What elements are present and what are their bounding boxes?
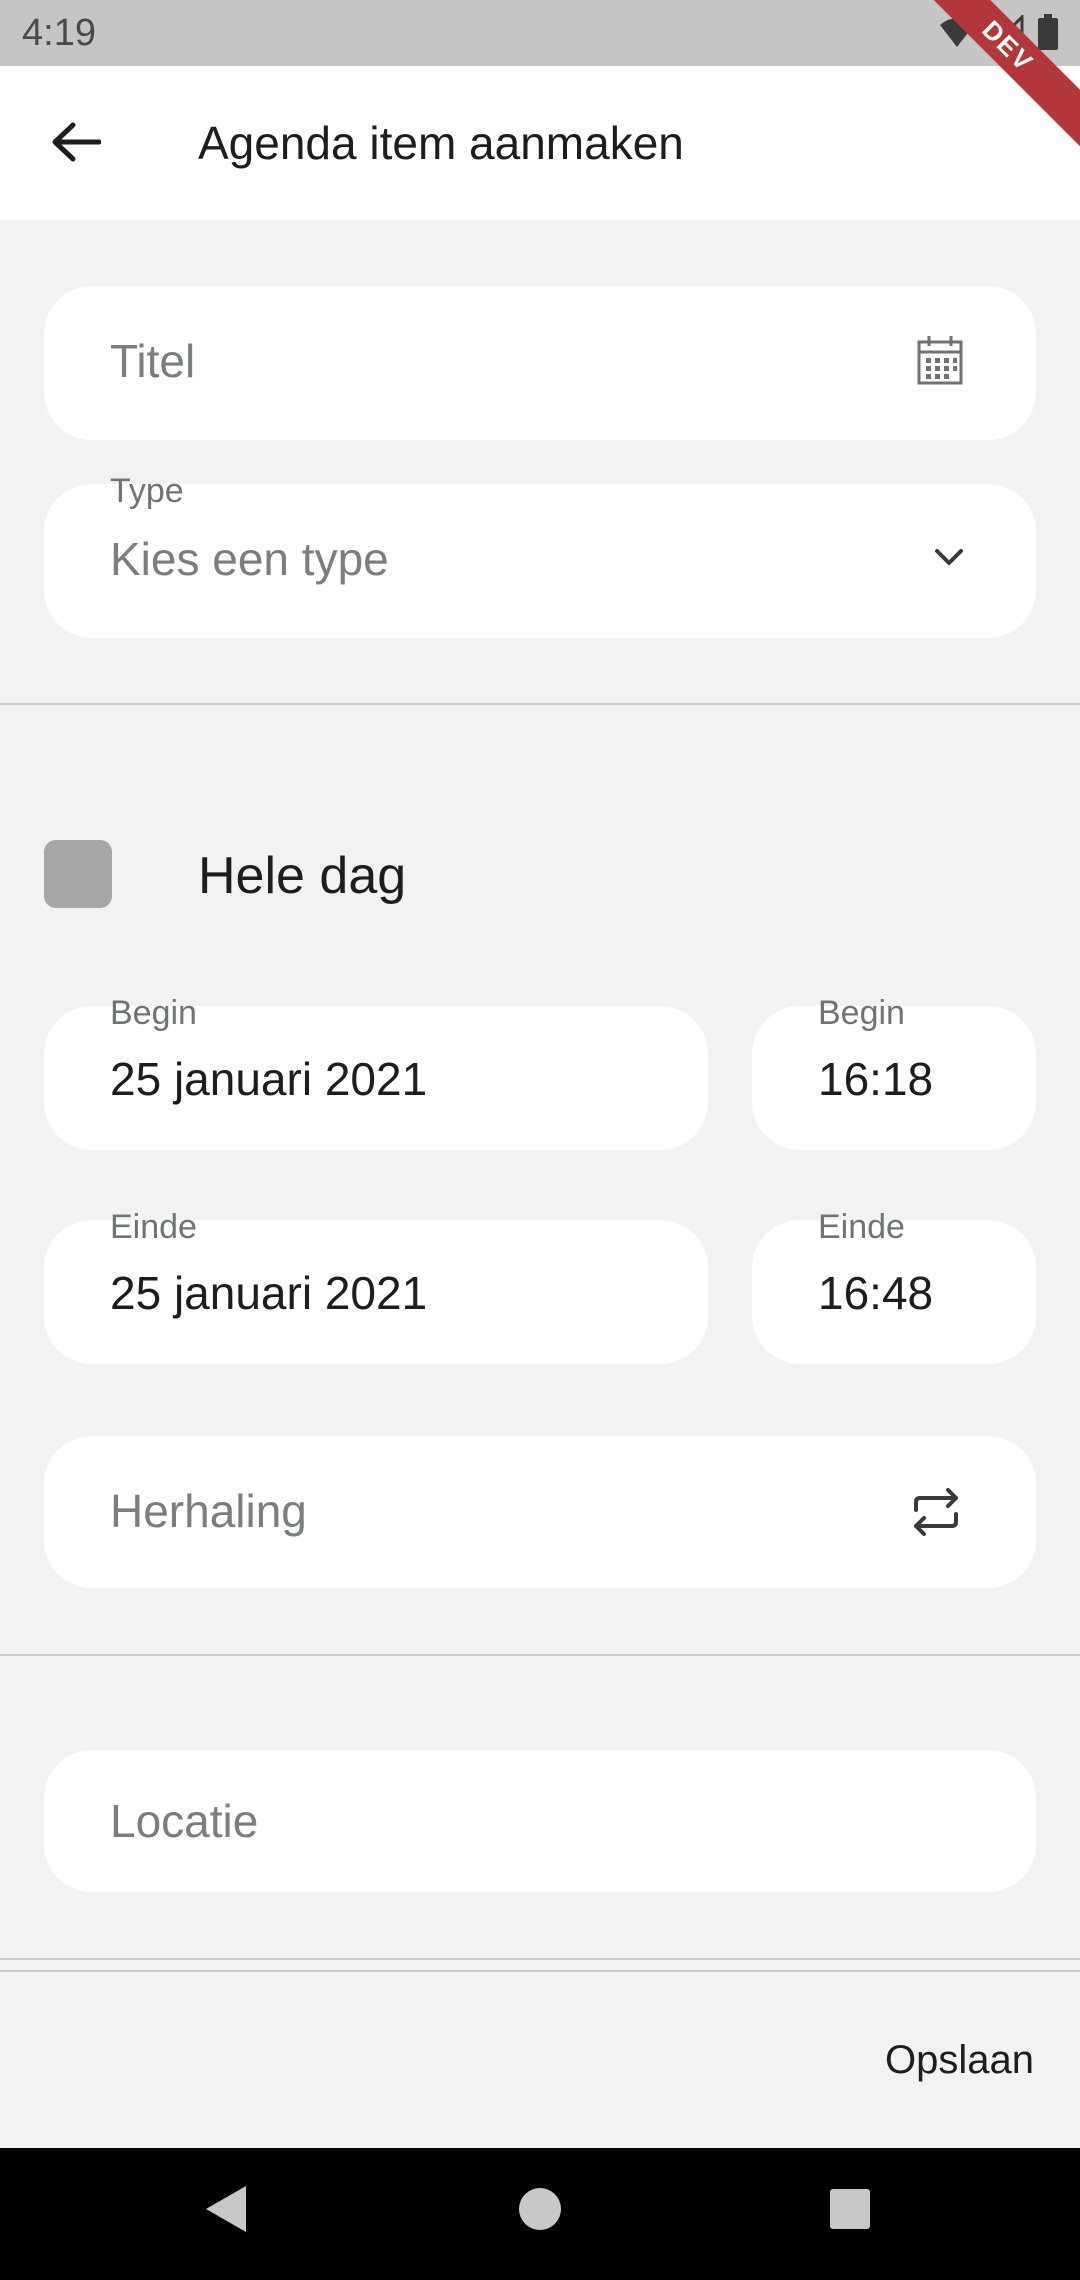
- screen: 4:19 DEV Agenda item aanmaken Titel Type…: [0, 0, 1080, 2280]
- status-time: 4:19: [22, 12, 96, 54]
- title-placeholder: Titel: [110, 335, 196, 387]
- end-time-field[interactable]: Einde 16:48: [752, 1208, 1036, 1364]
- all-day-label: Hele dag: [198, 847, 407, 905]
- start-date-field[interactable]: Begin 25 januari 2021: [44, 994, 708, 1150]
- all-day-checkbox[interactable]: [44, 840, 112, 908]
- calendar-icon[interactable]: [916, 334, 964, 386]
- location-field[interactable]: Locatie: [44, 1750, 1036, 1892]
- start-time-value: 16:18: [818, 1053, 934, 1105]
- title-field[interactable]: Titel: [44, 286, 1036, 440]
- home-nav-icon[interactable]: [518, 2184, 562, 2234]
- page-title: Agenda item aanmaken: [198, 117, 684, 169]
- repeat-placeholder: Herhaling: [110, 1485, 307, 1537]
- end-date-field[interactable]: Einde 25 januari 2021: [44, 1208, 708, 1364]
- bottom-action-bar: Opslaan: [0, 1970, 1080, 2148]
- back-nav-icon[interactable]: [204, 2184, 248, 2234]
- system-navigation-bar: [0, 2148, 1080, 2280]
- start-date-value: 25 januari 2021: [110, 1053, 428, 1105]
- recents-nav-icon[interactable]: [828, 2184, 872, 2234]
- app-bar: Agenda item aanmaken: [0, 66, 1080, 220]
- type-label: Type: [110, 472, 184, 510]
- end-date-value: 25 januari 2021: [110, 1267, 428, 1319]
- divider: [0, 1654, 1080, 1656]
- start-time-label: Begin: [818, 994, 905, 1032]
- back-button[interactable]: [40, 110, 112, 174]
- battery-icon: [1038, 14, 1058, 50]
- arrow-left-icon: [52, 122, 101, 162]
- type-dropdown[interactable]: Type Kies een type: [44, 472, 1036, 638]
- location-placeholder: Locatie: [110, 1795, 259, 1847]
- type-value: Kies een type: [110, 533, 389, 585]
- start-date-label: Begin: [110, 994, 197, 1032]
- end-time-label: Einde: [818, 1208, 905, 1246]
- repeat-icon[interactable]: [908, 1484, 964, 1540]
- status-bar: 4:19: [0, 0, 1080, 66]
- chevron-down-icon[interactable]: [934, 548, 964, 568]
- divider: [0, 703, 1080, 705]
- end-date-label: Einde: [110, 1208, 197, 1246]
- divider: [0, 1958, 1080, 1960]
- save-button[interactable]: Opslaan: [885, 2038, 1034, 2083]
- repeat-field[interactable]: Herhaling: [44, 1436, 1036, 1588]
- start-time-field[interactable]: Begin 16:18: [752, 994, 1036, 1150]
- end-time-value: 16:48: [818, 1267, 934, 1319]
